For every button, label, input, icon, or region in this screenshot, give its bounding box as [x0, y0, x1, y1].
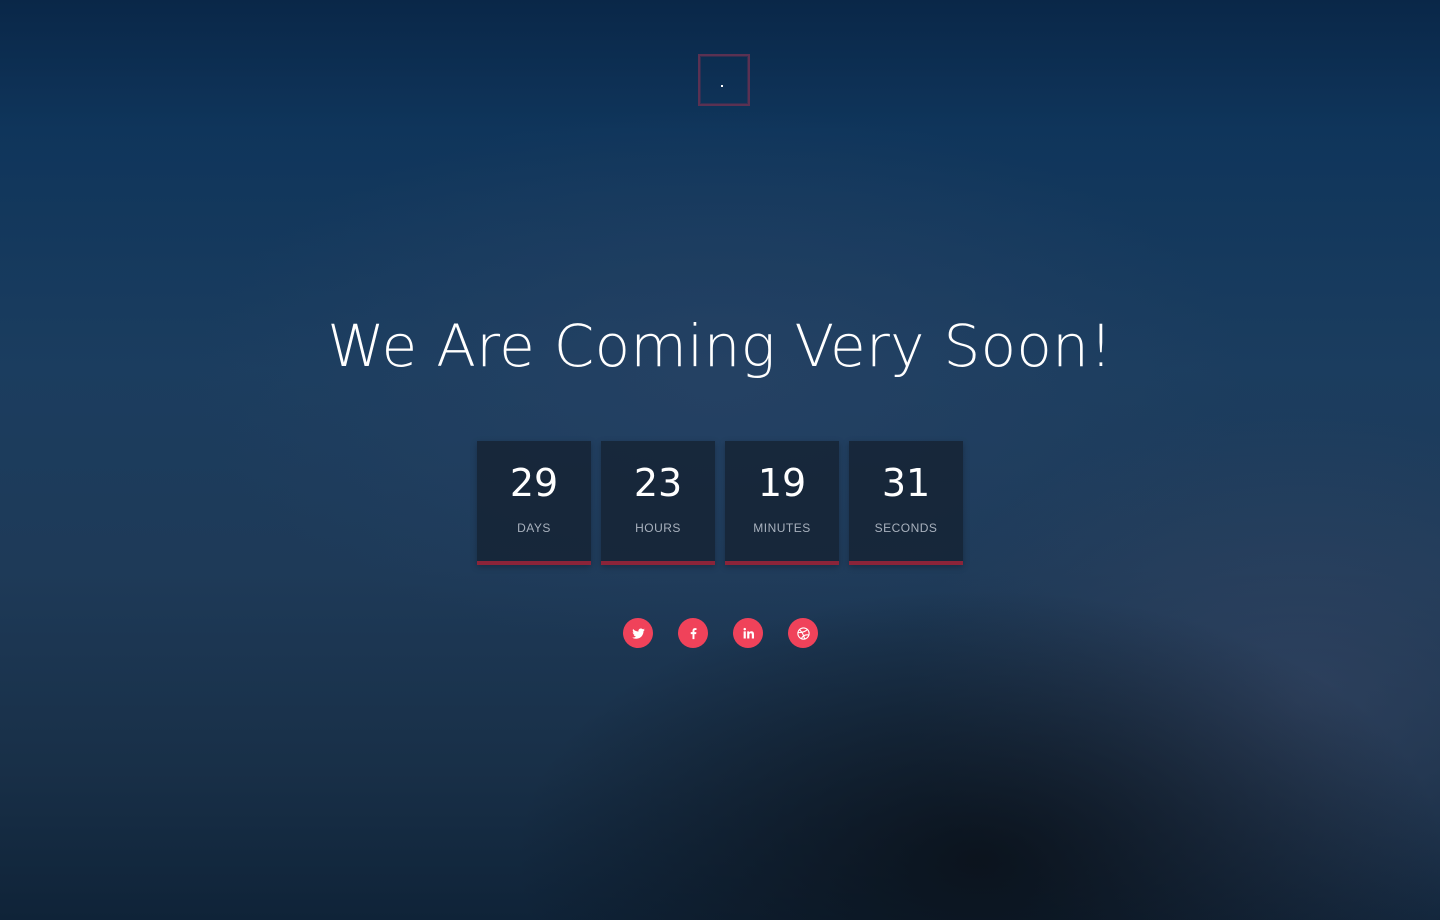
page-headline: We Are Coming Very Soon! — [327, 312, 1113, 380]
social-links — [623, 618, 818, 648]
countdown-days: 29 DAYS — [477, 441, 591, 565]
countdown-seconds: 31 SECONDS — [849, 441, 963, 565]
countdown-hours: 23 HOURS — [601, 441, 715, 565]
countdown-days-label: DAYS — [517, 521, 551, 535]
twitter-button[interactable] — [623, 618, 653, 648]
twitter-icon — [631, 627, 645, 639]
facebook-icon — [690, 627, 696, 639]
countdown-minutes: 19 MINUTES — [725, 441, 839, 565]
logo[interactable] — [698, 54, 750, 106]
facebook-button[interactable] — [678, 618, 708, 648]
dribbble-icon — [796, 626, 810, 640]
countdown-days-value: 29 — [509, 461, 559, 505]
countdown-seconds-value: 31 — [881, 461, 931, 505]
countdown-timer: 29 DAYS 23 HOURS 19 MINUTES 31 SECONDS — [477, 441, 963, 565]
countdown-minutes-label: MINUTES — [753, 521, 811, 535]
dribbble-button[interactable] — [788, 618, 818, 648]
countdown-minutes-value: 19 — [757, 461, 807, 505]
linkedin-button[interactable] — [733, 618, 763, 648]
logo-dot — [721, 85, 723, 87]
countdown-hours-label: HOURS — [635, 521, 681, 535]
countdown-seconds-label: SECONDS — [874, 521, 938, 535]
countdown-hours-value: 23 — [633, 461, 683, 505]
linkedin-icon — [743, 627, 754, 638]
